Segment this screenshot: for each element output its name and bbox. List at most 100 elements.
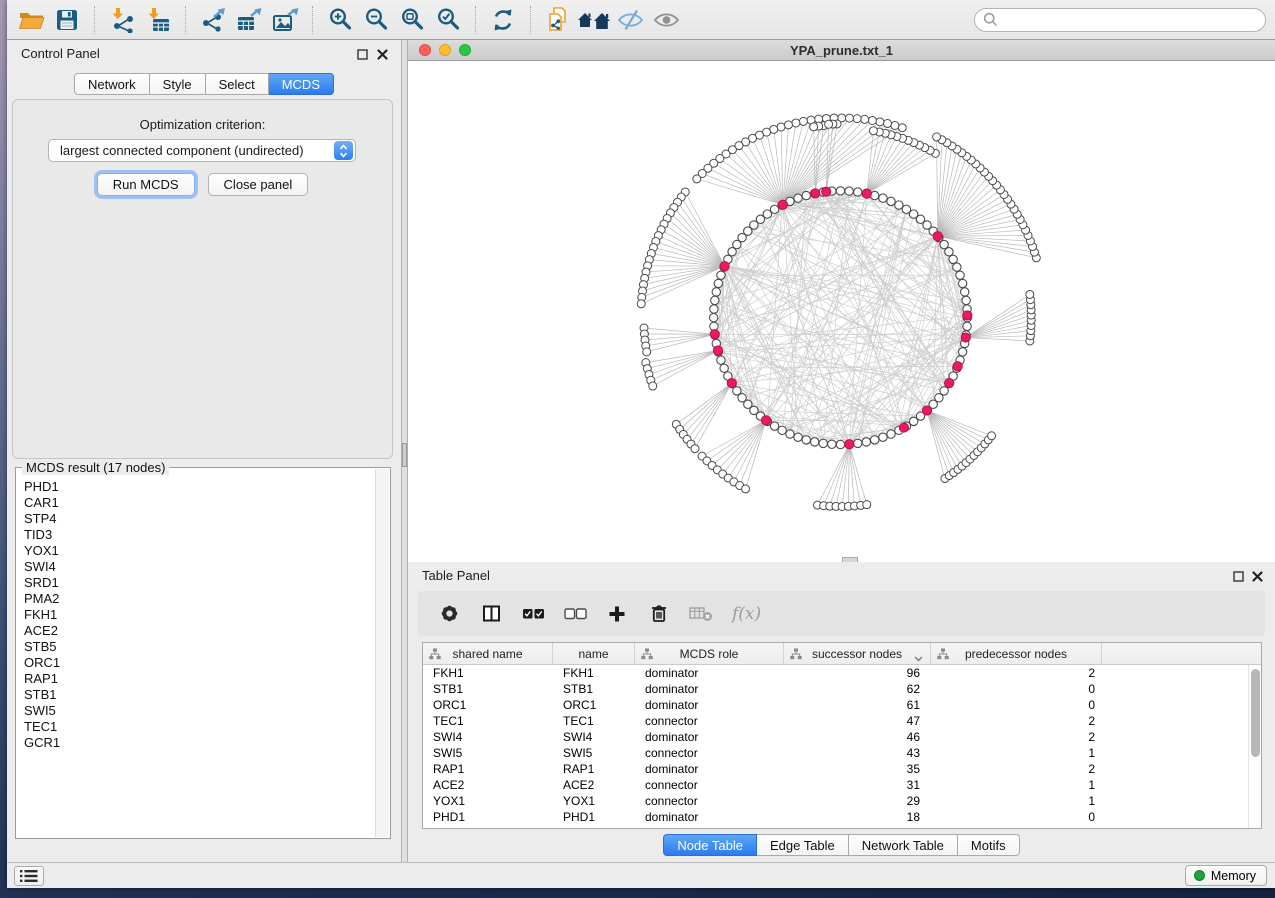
- close-table-panel-button[interactable]: [1250, 569, 1264, 583]
- maximize-window-icon[interactable]: [459, 44, 471, 56]
- tab-select[interactable]: Select: [206, 73, 269, 95]
- table-cell: 0: [931, 697, 1102, 713]
- table-row[interactable]: STB1STB1dominator620: [423, 681, 1248, 697]
- tab-network[interactable]: Network: [74, 73, 150, 95]
- network-window-title: YPA_prune.txt_1: [408, 43, 1275, 58]
- table-scrollbar[interactable]: [1248, 665, 1261, 828]
- mcds-result-item[interactable]: YOX1: [24, 543, 375, 559]
- hide-details-button[interactable]: [612, 4, 648, 36]
- show-columns-button[interactable]: [474, 597, 508, 631]
- float-panel-button[interactable]: [355, 47, 369, 61]
- table-row[interactable]: ORC1ORC1dominator610: [423, 697, 1248, 713]
- column-header-name[interactable]: name: [553, 643, 635, 664]
- network-window-titlebar[interactable]: YPA_prune.txt_1: [408, 40, 1275, 61]
- zoom-selected-button[interactable]: [430, 4, 466, 36]
- import-table-button[interactable]: [140, 4, 176, 36]
- import-network-button[interactable]: [104, 4, 140, 36]
- table-row[interactable]: ACE2ACE2connector311: [423, 777, 1248, 793]
- table-row[interactable]: YOX1YOX1connector291: [423, 793, 1248, 809]
- column-header-shared-name[interactable]: shared name: [423, 643, 553, 664]
- refresh-view-button[interactable]: [485, 4, 521, 36]
- mcds-result-item[interactable]: GCR1: [24, 735, 375, 751]
- toolbar-separator: [94, 6, 95, 34]
- mcds-result-item[interactable]: STB5: [24, 639, 375, 655]
- mcds-result-item[interactable]: ORC1: [24, 655, 375, 671]
- mcds-result-item[interactable]: STB1: [24, 687, 375, 703]
- mcds-result-item[interactable]: ACE2: [24, 623, 375, 639]
- status-bar: Memory: [7, 862, 1275, 888]
- export-image-button[interactable]: [267, 4, 303, 36]
- tab-node-table[interactable]: Node Table: [663, 834, 757, 856]
- table-options-button[interactable]: [432, 597, 466, 631]
- table-row[interactable]: PHD1PHD1dominator180: [423, 809, 1248, 825]
- export-table-button[interactable]: [231, 4, 267, 36]
- close-panel-button[interactable]: [375, 47, 389, 61]
- column-header-filler: [1102, 643, 1261, 664]
- save-session-button[interactable]: [49, 4, 85, 36]
- tab-motifs[interactable]: Motifs: [958, 834, 1020, 856]
- toolbar-separator: [475, 6, 476, 34]
- copy-network-button[interactable]: [540, 4, 576, 36]
- mcds-result-item[interactable]: SWI5: [24, 703, 375, 719]
- table-scrollbar-thumb[interactable]: [1251, 669, 1260, 757]
- add-column-button[interactable]: [600, 597, 634, 631]
- import-network-icon: [109, 7, 136, 33]
- eye-icon: [653, 7, 680, 33]
- table-row[interactable]: SWI4SWI4dominator462: [423, 729, 1248, 745]
- table-row[interactable]: RAP1RAP1dominator352: [423, 761, 1248, 777]
- mcds-result-item[interactable]: PHD1: [24, 479, 375, 495]
- zoom-in-button[interactable]: [322, 4, 358, 36]
- table-cell: 2: [931, 729, 1102, 745]
- column-header-successor-nodes[interactable]: successor nodes: [784, 643, 931, 664]
- node-table-header: shared name name MCDS role successor nod…: [423, 643, 1261, 665]
- select-all-rows-button[interactable]: [516, 597, 550, 631]
- search-input[interactable]: [998, 10, 1265, 30]
- table-cell: ORC1: [423, 697, 553, 713]
- show-details-button[interactable]: [648, 4, 684, 36]
- close-panel-action-button[interactable]: Close panel: [208, 173, 309, 196]
- control-panel: Control Panel Network Style Select MCDS …: [7, 40, 401, 862]
- table-row[interactable]: TEC1TEC1connector472: [423, 713, 1248, 729]
- network-canvas[interactable]: [408, 61, 1275, 562]
- network-graph-svg[interactable]: [408, 61, 1275, 556]
- open-file-button[interactable]: [13, 4, 49, 36]
- splitter-grip[interactable]: [402, 443, 407, 467]
- table-cell: connector: [635, 793, 784, 809]
- tab-edge-table[interactable]: Edge Table: [757, 834, 849, 856]
- vertical-splitter[interactable]: [401, 40, 408, 862]
- mcds-result-item[interactable]: PMA2: [24, 591, 375, 607]
- mcds-result-item[interactable]: TID3: [24, 527, 375, 543]
- import-table-icon: [145, 7, 172, 33]
- table-cell: SWI5: [553, 745, 635, 761]
- show-log-button[interactable]: [14, 866, 44, 886]
- mcds-result-scrollbar[interactable]: [375, 469, 389, 837]
- zoom-out-button[interactable]: [358, 4, 394, 36]
- minimize-window-icon[interactable]: [439, 44, 451, 56]
- table-cell: YOX1: [553, 793, 635, 809]
- mcds-result-item[interactable]: SWI4: [24, 559, 375, 575]
- tab-mcds[interactable]: MCDS: [269, 73, 334, 95]
- zoom-fit-button[interactable]: [394, 4, 430, 36]
- mcds-result-item[interactable]: STP4: [24, 511, 375, 527]
- mcds-result-item[interactable]: FKH1: [24, 607, 375, 623]
- memory-button[interactable]: Memory: [1185, 865, 1267, 886]
- column-header-predecessor-nodes[interactable]: predecessor nodes: [931, 643, 1102, 664]
- run-mcds-button[interactable]: Run MCDS: [97, 173, 195, 196]
- mcds-result-item[interactable]: CAR1: [24, 495, 375, 511]
- table-row[interactable]: FKH1FKH1dominator962: [423, 665, 1248, 681]
- mcds-result-item[interactable]: SRD1: [24, 575, 375, 591]
- home-networks-button[interactable]: [576, 4, 612, 36]
- tab-network-table[interactable]: Network Table: [849, 834, 958, 856]
- table-row[interactable]: SWI5SWI5connector431: [423, 745, 1248, 761]
- float-table-panel-button[interactable]: [1231, 569, 1245, 583]
- column-header-mcds-role[interactable]: MCDS role: [635, 643, 784, 664]
- criterion-dropdown[interactable]: largest connected component (undirected): [48, 139, 356, 162]
- mcds-result-item[interactable]: TEC1: [24, 719, 375, 735]
- close-window-icon[interactable]: [419, 44, 431, 56]
- tab-style[interactable]: Style: [150, 73, 206, 95]
- toolbar-separator: [312, 6, 313, 34]
- mcds-result-item[interactable]: RAP1: [24, 671, 375, 687]
- export-network-button[interactable]: [195, 4, 231, 36]
- deselect-all-rows-button[interactable]: [558, 597, 592, 631]
- delete-column-button[interactable]: [642, 597, 676, 631]
